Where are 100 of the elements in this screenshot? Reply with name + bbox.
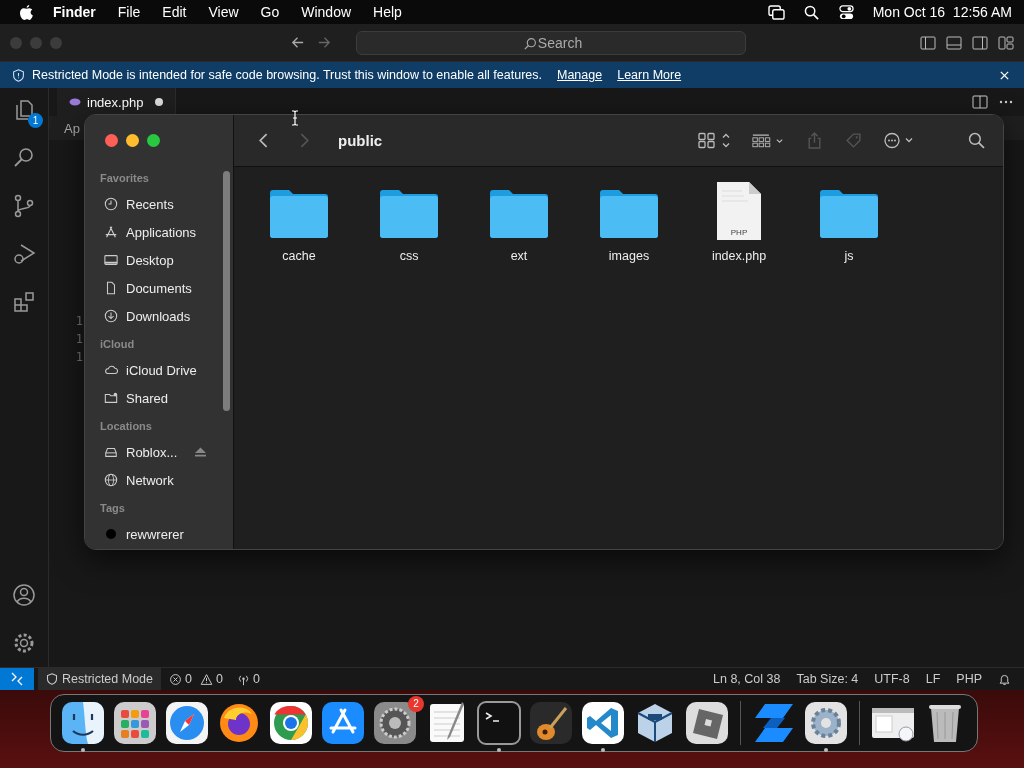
- restricted-mode-indicator[interactable]: Restricted Mode: [38, 668, 161, 690]
- group-view-icon[interactable]: [752, 132, 784, 149]
- ribbon-icon[interactable]: [580, 700, 626, 746]
- scrollbar[interactable]: [223, 171, 230, 411]
- sidebar-item[interactable]: Network: [100, 466, 219, 494]
- section-heading: iCloud: [100, 338, 136, 352]
- sidebar-item[interactable]: iCloud Drive: [100, 356, 219, 384]
- branch-icon[interactable]: [12, 194, 36, 218]
- file-name[interactable]: ext: [510, 249, 528, 263]
- document-icon: [104, 281, 118, 295]
- cloud-icon: [104, 363, 118, 377]
- folder-icon[interactable]: [489, 187, 549, 239]
- icon-view-icon[interactable]: [698, 132, 730, 149]
- terminal-icon[interactable]: [476, 700, 522, 746]
- menu-item[interactable]: Window: [301, 4, 352, 20]
- sidebar-item[interactable]: Documents: [100, 274, 219, 302]
- eject-icon[interactable]: [195, 447, 207, 457]
- line-number: 1: [75, 313, 83, 330]
- menu-item[interactable]: View: [208, 4, 239, 20]
- command-search-field[interactable]: Search: [356, 30, 746, 55]
- screens-icon[interactable]: [767, 4, 785, 20]
- menu-item[interactable]: File: [117, 4, 141, 20]
- breadcrumb-text: Ap: [64, 120, 80, 136]
- sidebar-item[interactable]: Recents: [100, 190, 219, 218]
- zoom-light[interactable]: [147, 134, 160, 147]
- warning-count[interactable]: 0: [215, 672, 223, 686]
- menu-item[interactable]: Go: [260, 4, 280, 20]
- file-type-icon: [69, 98, 81, 106]
- menu-item[interactable]: Edit: [162, 4, 187, 20]
- toggles-icon[interactable]: [837, 4, 855, 20]
- line-number: 1: [75, 349, 83, 366]
- shield-icon: [12, 68, 25, 82]
- section-heading: Favorites: [100, 172, 150, 186]
- panel-layout-icon[interactable]: [946, 34, 962, 51]
- status-item[interactable]: Ln 8, Col 38: [713, 672, 781, 686]
- sidebar-item[interactable]: Desktop: [100, 246, 219, 274]
- search-icon: [524, 36, 537, 50]
- banner-link[interactable]: Manage: [557, 68, 603, 82]
- split-editor-icon[interactable]: [972, 94, 988, 110]
- clock-text: Mon Oct 16 12:56 AM: [872, 4, 1012, 20]
- folder-icon[interactable]: [269, 187, 329, 239]
- sidebar-item[interactable]: Downloads: [100, 302, 219, 330]
- gear-icon[interactable]: [803, 700, 849, 746]
- error-count[interactable]: 0: [185, 672, 192, 686]
- guitar-icon[interactable]: [528, 700, 574, 746]
- file-name[interactable]: cache: [282, 249, 316, 263]
- apple-icon[interactable]: [20, 4, 33, 20]
- search-icon[interactable]: [968, 132, 985, 149]
- sidebar-item[interactable]: Roblox...: [100, 438, 219, 466]
- warning-icon: [199, 672, 213, 686]
- back-arrow-icon[interactable]: [290, 35, 305, 50]
- app-grid-icon[interactable]: [112, 700, 158, 746]
- minimize-light[interactable]: [126, 134, 139, 147]
- status-item[interactable]: Tab Size: 4: [796, 672, 859, 686]
- account-icon[interactable]: [12, 583, 36, 607]
- folder-icon[interactable]: [819, 187, 879, 239]
- file-name[interactable]: index.php: [711, 249, 767, 263]
- status-item[interactable]: LF: [925, 672, 941, 686]
- gear-icon[interactable]: [372, 700, 418, 746]
- compass-icon[interactable]: [164, 700, 210, 746]
- folder-icon[interactable]: [379, 187, 439, 239]
- sidebar-layout-icon[interactable]: [920, 34, 936, 51]
- status-item[interactable]: UTF-8: [874, 672, 910, 686]
- smiling-face-icon[interactable]: [60, 700, 106, 746]
- text-cursor-icon: [291, 110, 299, 126]
- close-icon[interactable]: [999, 69, 1010, 81]
- file-name[interactable]: css: [399, 249, 419, 263]
- file-name[interactable]: images: [608, 249, 650, 263]
- ports-count[interactable]: 0: [252, 672, 260, 686]
- menu-item[interactable]: Help: [373, 4, 402, 20]
- error-icon: [169, 672, 182, 686]
- extensions-icon[interactable]: [12, 290, 36, 314]
- display-icon: [104, 253, 118, 267]
- remote-button[interactable]: [0, 668, 34, 690]
- globe-icon: [104, 473, 118, 487]
- status-item[interactable]: PHP: [956, 672, 982, 686]
- php-file-icon[interactable]: PHP: [716, 181, 762, 241]
- folder-icon[interactable]: [599, 187, 659, 239]
- shared-folder-icon: [104, 391, 118, 405]
- section-heading: Locations: [100, 420, 153, 434]
- sidebar-item[interactable]: Applications: [100, 218, 219, 246]
- drive-icon: [104, 445, 118, 459]
- banner-link[interactable]: Learn More: [617, 68, 682, 82]
- editor-tab[interactable]: index.php: [57, 88, 177, 116]
- close-light[interactable]: [105, 134, 118, 147]
- banner-message: Restricted Mode is intended for safe code browsing. Trust this window to enable all features.: [32, 68, 542, 82]
- app-menu[interactable]: Finder: [53, 4, 96, 20]
- file-name[interactable]: js: [844, 249, 854, 263]
- notification-badge: 2: [408, 696, 424, 712]
- download-icon: [104, 309, 118, 323]
- settings-icon[interactable]: [12, 631, 36, 655]
- color-ring-icon[interactable]: [268, 700, 314, 746]
- custom-layout-icon[interactable]: [998, 34, 1014, 51]
- secondary-sidebar-layout-icon[interactable]: [972, 34, 988, 51]
- tilted-square-icon[interactable]: [684, 700, 730, 746]
- sidebar-item[interactable]: rewwrerer: [100, 520, 219, 548]
- bell-icon[interactable]: [998, 672, 1011, 686]
- forward-arrow-icon[interactable]: [317, 35, 332, 50]
- search-icon[interactable]: [802, 4, 820, 20]
- sidebar-item[interactable]: Shared: [100, 384, 219, 412]
